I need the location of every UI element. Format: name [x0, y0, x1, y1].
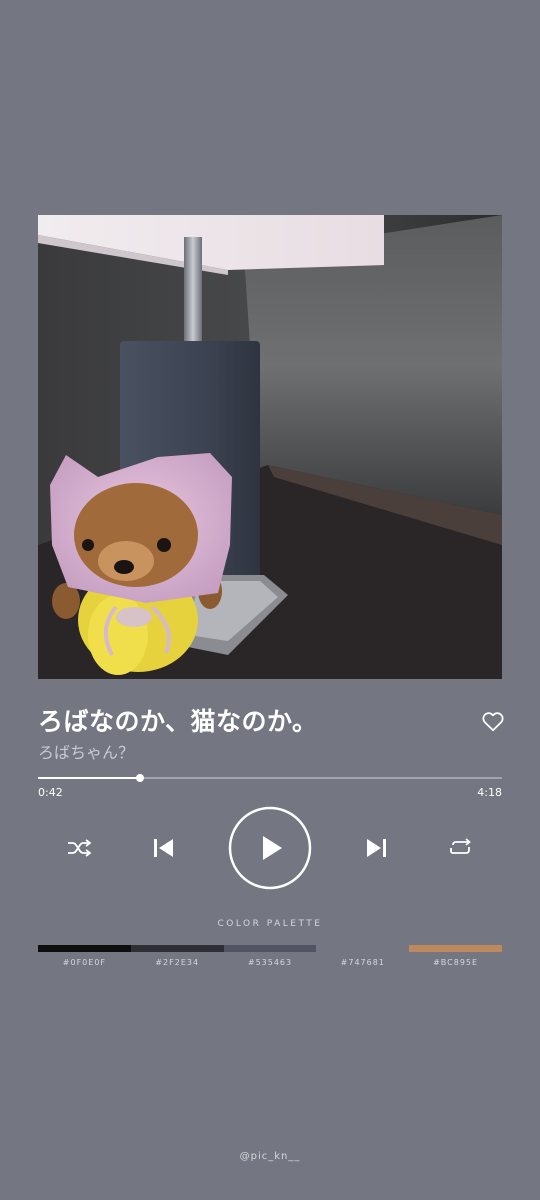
play-button[interactable] [228, 806, 312, 890]
track-title: ろばなのか、猫なのか。 [38, 707, 318, 736]
color-swatch-label: #747681 [340, 958, 385, 967]
next-button[interactable] [365, 836, 389, 860]
creator-handle: @pic_kn__ [239, 1151, 301, 1162]
color-swatch-label: #BC895E [433, 958, 479, 967]
heart-outline-icon [482, 712, 504, 732]
color-swatch [38, 945, 131, 952]
skip-previous-icon [154, 839, 173, 857]
like-button[interactable] [480, 708, 506, 734]
color-swatch [223, 945, 317, 952]
repeat-button[interactable] [448, 836, 474, 860]
shuffle-button[interactable] [66, 836, 94, 860]
play-icon [228, 806, 312, 890]
skip-next-icon [367, 839, 386, 857]
repeat-icon [450, 838, 471, 854]
album-art-photo [38, 215, 502, 679]
palette-bars [38, 945, 502, 952]
color-swatch [409, 945, 502, 952]
color-swatch-label: #0F0E0F [62, 958, 107, 967]
shuffle-icon [68, 839, 92, 857]
previous-button[interactable] [151, 836, 175, 860]
elapsed-time: 0:42 [38, 786, 63, 799]
total-time: 4:18 [477, 786, 502, 799]
progress-scrubber[interactable] [136, 774, 145, 782]
progress-bar[interactable] [38, 774, 502, 782]
album-artwork [38, 215, 502, 679]
track-artist: ろばちゃん？ [38, 743, 135, 762]
palette-labels: #0F0E0F #2F2E34 #535463 #747681 #BC895E [38, 958, 502, 967]
color-swatch-label: #535463 [247, 958, 293, 967]
color-swatch [130, 945, 224, 952]
color-swatch [316, 945, 410, 952]
progress-fill [38, 777, 141, 779]
color-swatch-label: #2F2E34 [155, 958, 200, 967]
palette-heading: COLOR PALETTE [217, 919, 323, 929]
